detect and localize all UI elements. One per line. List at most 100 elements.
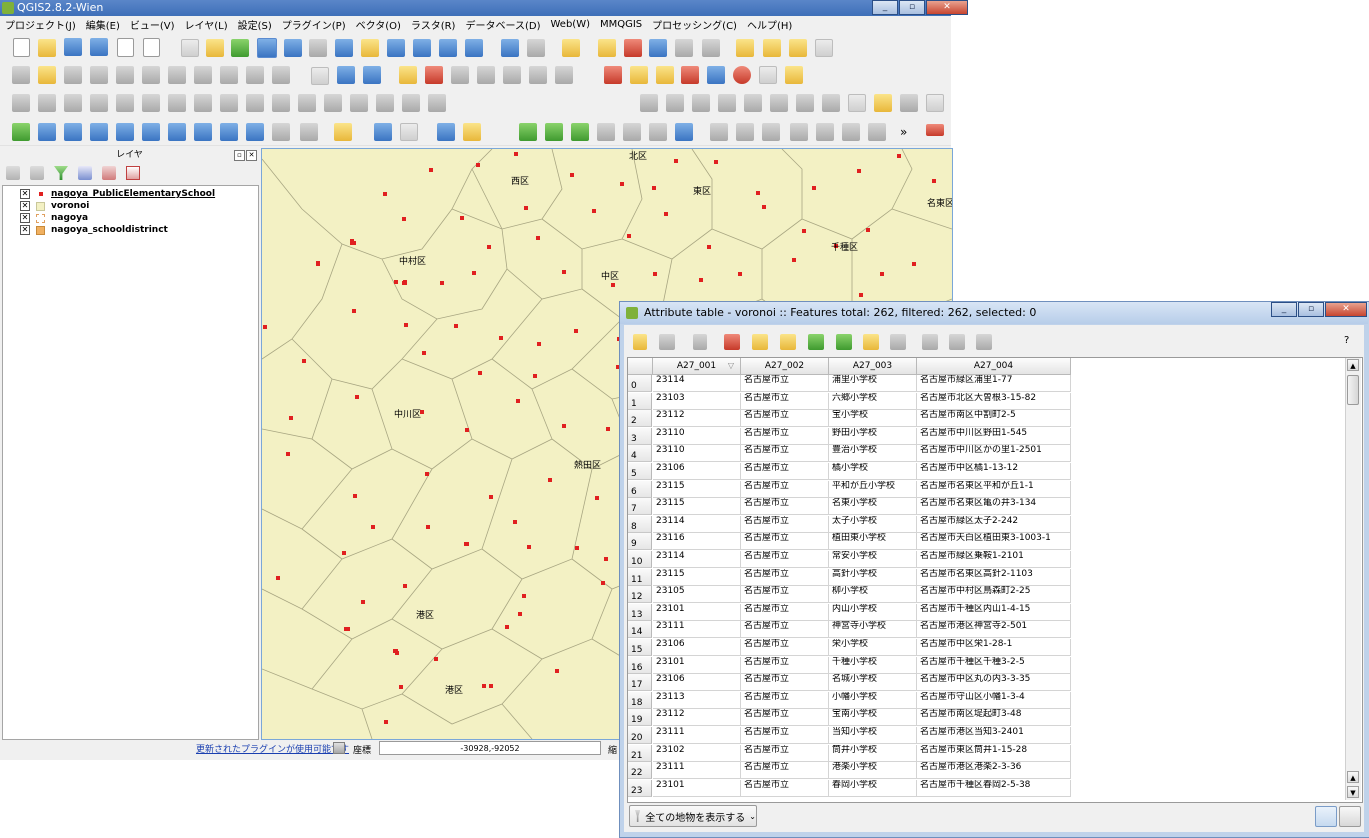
table-cell[interactable]: 23103: [653, 392, 741, 410]
ruler-icon[interactable]: [12, 94, 30, 112]
touch-zoom-icon[interactable]: [181, 39, 199, 57]
show-hide-labels-icon[interactable]: [451, 66, 469, 84]
table-cell[interactable]: 23115: [653, 498, 741, 516]
table-cell[interactable]: 名古屋市立: [741, 410, 829, 428]
table-cell[interactable]: 柳小学校: [829, 586, 917, 604]
add-delimited-text-icon[interactable]: [246, 123, 264, 141]
new-spatialite-icon[interactable]: [334, 123, 352, 141]
table-cell[interactable]: 名古屋市立: [741, 445, 829, 463]
deselect-features-icon[interactable]: [598, 39, 616, 57]
table-cell[interactable]: 常安小学校: [829, 551, 917, 568]
table-cell[interactable]: 筒井小学校: [829, 744, 917, 762]
table-cell[interactable]: 名古屋市立: [741, 656, 829, 674]
row-header[interactable]: 9: [628, 533, 652, 551]
table-cell[interactable]: 名古屋市中区橘1-13-12: [917, 463, 1071, 480]
table-cell[interactable]: 当知小学校: [829, 727, 917, 744]
table-cell[interactable]: 名古屋市緑区浦里1-77: [917, 375, 1071, 392]
paste-features-icon[interactable]: [246, 66, 264, 84]
scrollbar-thumb[interactable]: [1347, 375, 1359, 405]
table-cell[interactable]: 名古屋市中川区かの里1-2501: [917, 445, 1071, 463]
table-cell[interactable]: 23114: [653, 551, 741, 568]
cut-features-icon[interactable]: [194, 66, 212, 84]
row-header[interactable]: 2: [628, 410, 652, 428]
select-by-expression-icon[interactable]: [724, 334, 740, 350]
expand-all-icon[interactable]: [78, 166, 92, 180]
row-header[interactable]: 3: [628, 427, 652, 445]
table-cell[interactable]: 名古屋市港区神宮寺2-501: [917, 621, 1071, 639]
scroll-down-icon[interactable]: ▼: [1347, 786, 1359, 798]
georeferencer-icon[interactable]: [630, 66, 648, 84]
new-shapefile-icon[interactable]: [300, 123, 318, 141]
zoom-in-icon[interactable]: [257, 38, 277, 58]
table-cell[interactable]: 23110: [653, 427, 741, 445]
scroll-down-icon[interactable]: ▲: [1347, 771, 1359, 783]
statistical-summary-icon[interactable]: [675, 39, 693, 57]
table-cell[interactable]: 小幡小学校: [829, 691, 917, 709]
table-cell[interactable]: 六郷小学校: [829, 392, 917, 410]
move-selection-to-top-icon[interactable]: [780, 334, 796, 350]
reshape-features-icon[interactable]: [272, 94, 290, 112]
globe-icon[interactable]: [707, 66, 725, 84]
close-icon[interactable]: ✕: [1325, 302, 1367, 317]
column-header-a27-003[interactable]: A27_003: [829, 358, 917, 375]
help-contents-icon[interactable]: [400, 123, 418, 141]
zoom-next-icon[interactable]: [439, 39, 457, 57]
table-cell[interactable]: 内山小学校: [829, 603, 917, 621]
table-cell[interactable]: 橘小学校: [829, 463, 917, 480]
column-header-a27-004[interactable]: A27_004: [917, 358, 1071, 375]
hand-point-icon[interactable]: [874, 94, 892, 112]
open-layer-styling-icon[interactable]: [6, 166, 20, 180]
current-edits-icon[interactable]: [12, 66, 30, 84]
metasearch-icon[interactable]: [337, 66, 355, 84]
table-cell[interactable]: 春岡小学校: [829, 779, 917, 797]
delete-part-icon[interactable]: [246, 94, 264, 112]
table-cell[interactable]: 名古屋市名東区平和が丘1-1: [917, 480, 1071, 498]
add-mssql-layer-icon[interactable]: [116, 123, 134, 141]
new-bookmark-icon[interactable]: [763, 39, 781, 57]
add-spatialite-layer-icon[interactable]: [90, 123, 108, 141]
table-cell[interactable]: 23101: [653, 656, 741, 674]
table-cell[interactable]: 名古屋市千種区内山1-4-15: [917, 603, 1071, 621]
coordinate-field[interactable]: -30928,-92052: [379, 741, 601, 755]
mmqgis-4-icon[interactable]: [790, 123, 808, 141]
open-project-icon[interactable]: [38, 39, 56, 57]
save-as-icon[interactable]: [90, 38, 108, 56]
row-header[interactable]: 0: [628, 375, 652, 392]
mmqgis-7-icon[interactable]: [868, 123, 886, 141]
raster-stack-icon[interactable]: [900, 94, 918, 112]
remove-layer-icon[interactable]: [126, 166, 140, 180]
add-point-icon[interactable]: [604, 66, 622, 84]
change-label-icon[interactable]: [529, 66, 547, 84]
add-ring-icon[interactable]: [142, 94, 160, 112]
table-cell[interactable]: 平和が丘小学校: [829, 480, 917, 498]
mmqgis-6-icon[interactable]: [842, 123, 860, 141]
table-cell[interactable]: 23110: [653, 445, 741, 463]
add-group-icon[interactable]: [30, 166, 44, 180]
menu-database[interactable]: データベース(D): [460, 17, 545, 32]
copy-rows-icon[interactable]: [890, 334, 906, 350]
layer-visibility-checkbox[interactable]: ✕: [20, 189, 30, 199]
menu-raster[interactable]: ラスタ(R): [406, 17, 461, 32]
save-layer-edits-icon[interactable]: [64, 66, 82, 84]
processing-toolbox-icon[interactable]: [519, 123, 537, 141]
pan-to-selection-icon[interactable]: [836, 334, 852, 350]
vector-tool-8-icon[interactable]: [822, 94, 840, 112]
table-cell[interactable]: 名古屋市立: [741, 568, 829, 586]
rotate-label-icon[interactable]: [503, 66, 521, 84]
table-cell[interactable]: 植田東小学校: [829, 533, 917, 551]
table-cell[interactable]: 名古屋市千種区春岡2-5-38: [917, 779, 1071, 797]
row-header[interactable]: 6: [628, 480, 652, 498]
table-cell[interactable]: 名古屋市立: [741, 533, 829, 551]
open-attribute-table-icon[interactable]: [649, 39, 667, 57]
pan-hand-icon[interactable]: [206, 39, 224, 57]
table-cell[interactable]: 名古屋市立: [741, 709, 829, 727]
table-cell[interactable]: 23114: [653, 375, 741, 392]
minimize-icon[interactable]: _: [872, 0, 898, 15]
move-feature-icon[interactable]: [116, 66, 134, 84]
table-cell[interactable]: 名古屋市中村区鳥森町2-25: [917, 586, 1071, 604]
delete-selected-icon[interactable]: [168, 66, 186, 84]
plugins-manager-icon[interactable]: [649, 123, 667, 141]
commander-icon[interactable]: [623, 123, 641, 141]
select-features-icon[interactable]: [562, 39, 580, 57]
layer-visibility-checkbox[interactable]: ✕: [20, 213, 30, 223]
